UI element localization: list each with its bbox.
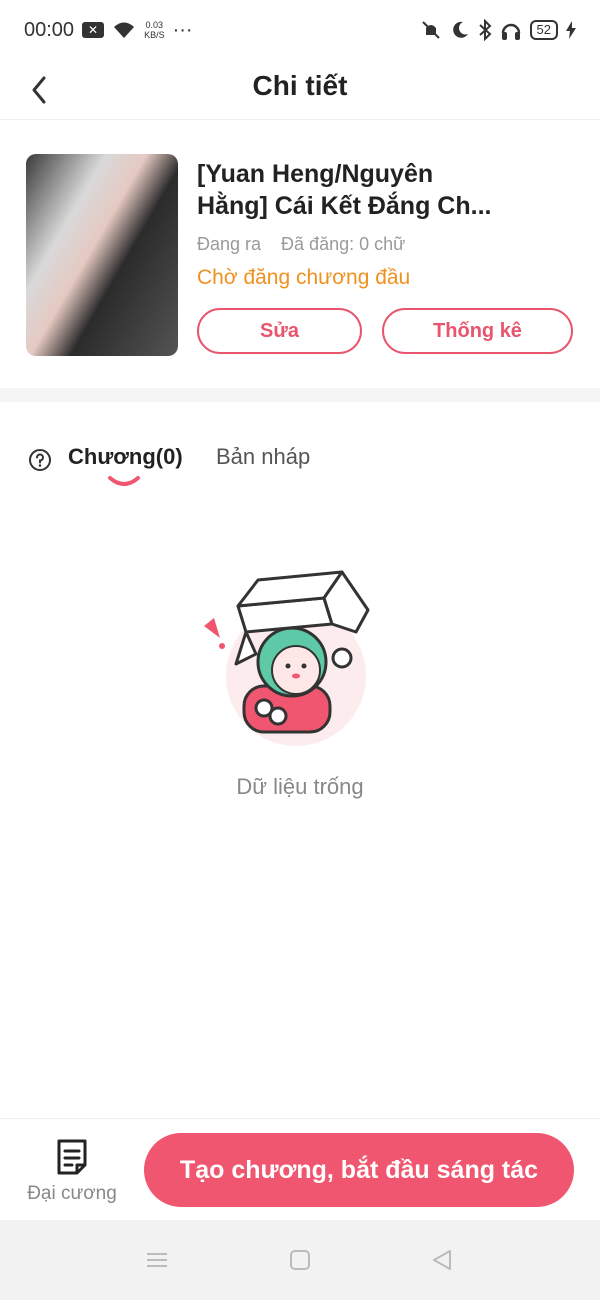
headphones-icon <box>501 23 520 40</box>
battery-indicator: 52 <box>529 20 558 40</box>
moon-icon <box>452 21 468 38</box>
mute-icon <box>421 21 440 39</box>
bluetooth-icon <box>478 19 491 41</box>
edit-button[interactable]: Sửa <box>197 308 362 354</box>
create-chapter-button[interactable]: Tạo chương, bắt đầu sáng tác <box>144 1133 574 1207</box>
empty-state-text: Dữ liệu trống <box>236 774 364 799</box>
chapter-tabs: Chương(0) Bản nháp <box>0 430 600 500</box>
menu-icon[interactable] <box>143 1246 171 1274</box>
stats-button[interactable]: Thống kê <box>382 308 573 354</box>
home-icon[interactable] <box>286 1246 314 1274</box>
top-navbar: Chi tiết <box>0 58 600 120</box>
page-title: Chi tiết <box>252 70 348 101</box>
bottom-action-bar: Đại cương Tạo chương, bắt đầu sáng tác <box>0 1118 600 1220</box>
system-nav-bar <box>0 1220 600 1300</box>
section-divider <box>0 388 600 402</box>
clock: 00:00 <box>24 18 75 41</box>
book-title-line2: Hằng] Cái Kết Đắng Ch... <box>197 192 492 220</box>
wifi-icon <box>114 22 135 38</box>
book-word-count: Đã đăng: 0 chữ <box>281 234 406 254</box>
book-title-line1: [Yuan Heng/Nguyên <box>197 160 434 188</box>
book-title: [Yuan Heng/Nguyên Hằng] Cái Kết Đắng Ch.… <box>197 158 577 222</box>
document-list-icon <box>57 1139 87 1175</box>
speed-unit: KB/S <box>144 30 165 40</box>
network-speed: 0.03 KB/S <box>144 20 165 40</box>
back-triangle-icon[interactable] <box>428 1246 456 1274</box>
question-circle-icon[interactable] <box>28 448 52 472</box>
outline-label: Đại cương <box>27 1183 117 1204</box>
notification-icon: ✕ <box>82 22 105 38</box>
more-indicator: ··· <box>172 18 193 41</box>
book-meta: Đang ra Đã đăng: 0 chữ <box>197 234 405 255</box>
book-state: Đang ra <box>197 234 262 254</box>
speed-value: 0.03 <box>145 20 164 30</box>
empty-box-illustration <box>204 570 370 746</box>
book-info-card: [Yuan Heng/Nguyên Hằng] Cái Kết Đắng Ch.… <box>0 120 600 388</box>
book-status: Chờ đăng chương đầu <box>197 266 411 289</box>
charging-icon <box>566 21 576 39</box>
tab-drafts[interactable]: Bản nháp <box>216 444 310 470</box>
tab-chapters[interactable]: Chương(0) <box>68 444 183 470</box>
book-cover-image[interactable] <box>26 154 178 356</box>
active-tab-indicator <box>108 476 140 486</box>
status-bar: 00:00 ✕ 0.03 KB/S ··· 52 <box>0 0 600 60</box>
status-left: 00:00 ✕ 0.03 KB/S ··· <box>24 19 193 42</box>
outline-button[interactable]: Đại cương <box>22 1135 122 1209</box>
status-right: 52 <box>420 19 576 41</box>
